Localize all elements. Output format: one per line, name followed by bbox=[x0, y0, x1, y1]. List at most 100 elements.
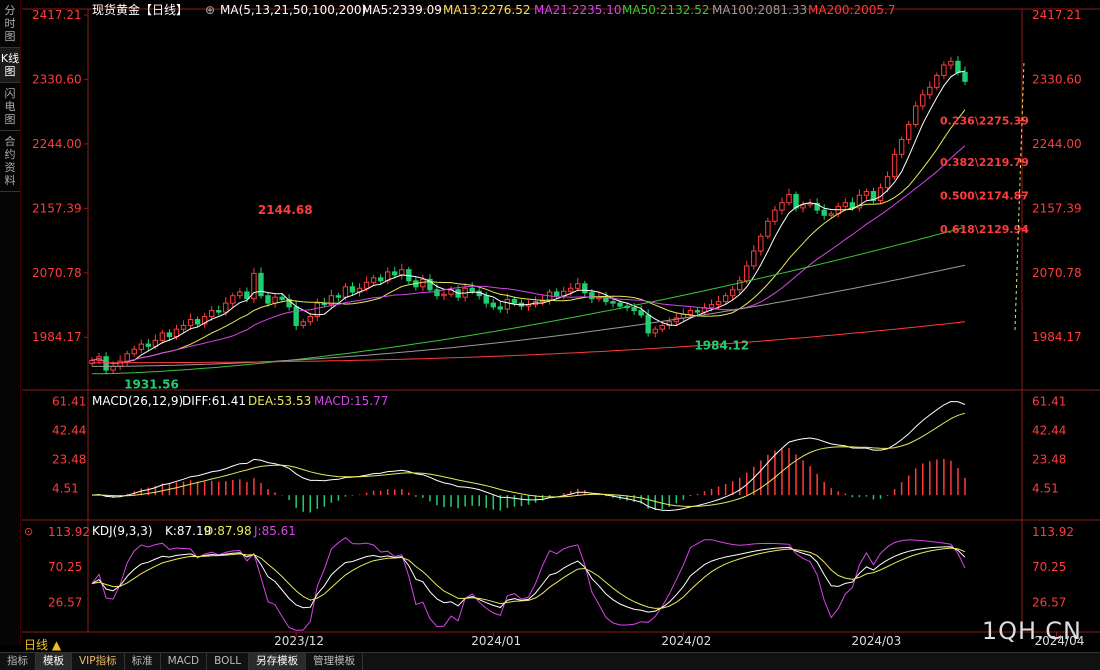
legend-ma5: MA5:2339.09 bbox=[362, 3, 442, 17]
candle-body-102 bbox=[807, 202, 813, 206]
candle-body-41 bbox=[377, 277, 384, 282]
y-tick-right-5: 1984.17 bbox=[1032, 330, 1082, 344]
candle-body-39 bbox=[363, 281, 370, 289]
price-annotation-1: 2144.68 bbox=[258, 203, 313, 217]
legend-ma13: MA13:2276.52 bbox=[443, 3, 531, 17]
price-annotation-3: 1984.12 bbox=[694, 338, 749, 352]
kdj-y-tick-right-0: 113.92 bbox=[1032, 525, 1074, 539]
candle-body-116 bbox=[905, 124, 912, 140]
watermark-logo: 1QH.CN bbox=[981, 617, 1082, 645]
x-tick-label-0: 2023/12 bbox=[274, 634, 324, 648]
candle-body-43 bbox=[392, 271, 398, 276]
y-tick-left-4: 2070.78 bbox=[32, 266, 82, 280]
candle-body-91 bbox=[729, 289, 736, 297]
y-tick-right-4: 2070.78 bbox=[1032, 266, 1082, 280]
candle-body-12 bbox=[173, 328, 180, 338]
kdj-title: KDJ(9,3,3) bbox=[92, 524, 153, 538]
candle-body-15 bbox=[194, 319, 201, 325]
macd-y-tick-right-3: 4.51 bbox=[1032, 481, 1059, 495]
y-tick-right-1: 2330.60 bbox=[1032, 72, 1082, 86]
macd-legend-diff: DIFF:61.41 bbox=[182, 394, 246, 408]
candle-body-18 bbox=[216, 310, 222, 313]
candle-body-40 bbox=[370, 277, 377, 283]
candle-body-11 bbox=[166, 332, 173, 338]
candle-body-49 bbox=[434, 289, 440, 297]
candle-body-110 bbox=[863, 191, 870, 196]
macd-y-tick-left-0: 61.41 bbox=[52, 395, 86, 409]
bottom-tab-2[interactable]: VIP指标 bbox=[72, 653, 125, 670]
candle-body-6 bbox=[131, 348, 137, 355]
x-tick-label-1: 2024/01 bbox=[471, 634, 521, 648]
candle-body-121 bbox=[941, 64, 947, 76]
candle-body-44 bbox=[399, 269, 405, 276]
candle-body-10 bbox=[159, 332, 166, 341]
bottom-toolbar: 指标 模板 VIP指标 标准 MACD BOLL 另存模板 管理模板 bbox=[0, 652, 1100, 670]
x-tick-label-2: 2024/02 bbox=[661, 634, 711, 648]
candle-body-115 bbox=[898, 138, 905, 155]
macd-y-tick-right-2: 23.48 bbox=[1032, 452, 1066, 466]
candle-body-86 bbox=[694, 310, 701, 313]
candle-body-69 bbox=[575, 283, 581, 289]
candle-body-57 bbox=[490, 302, 496, 308]
candle-body-123 bbox=[955, 60, 961, 73]
candle-body-17 bbox=[208, 310, 215, 318]
kdj-y-tick-left-0: 113.92 bbox=[48, 525, 90, 539]
candle-body-47 bbox=[420, 278, 426, 288]
macd-dea-line bbox=[91, 412, 966, 507]
candle-body-101 bbox=[800, 204, 806, 209]
y-tick-left-1: 2330.60 bbox=[32, 72, 82, 86]
candle-body-31 bbox=[307, 316, 313, 323]
candle-body-99 bbox=[786, 193, 792, 204]
macd-y-tick-left-3: 4.51 bbox=[52, 481, 79, 495]
candle-body-94 bbox=[751, 250, 757, 267]
legend-ma50: MA50:2132.52 bbox=[622, 3, 710, 17]
candle-body-19 bbox=[223, 302, 229, 313]
candle-body-7 bbox=[138, 343, 144, 350]
candle-body-71 bbox=[589, 292, 595, 300]
candle-body-50 bbox=[441, 293, 447, 297]
candle-body-107 bbox=[842, 202, 849, 207]
y-tick-right-0: 2417.21 bbox=[1032, 8, 1082, 22]
macd-y-tick-left-2: 23.48 bbox=[52, 452, 86, 466]
candle-body-58 bbox=[497, 306, 504, 310]
candle-body-75 bbox=[617, 302, 623, 307]
candle-body-20 bbox=[230, 295, 236, 304]
kdj-y-tick-right-2: 26.57 bbox=[1032, 595, 1066, 609]
legend-ma100: MA100:2081.33 bbox=[712, 3, 807, 17]
bottom-tab-0[interactable]: 指标 bbox=[0, 653, 36, 670]
candle-body-25 bbox=[265, 295, 271, 304]
bottom-tab-3[interactable]: 标准 bbox=[125, 653, 161, 670]
bottom-tab-4[interactable]: MACD bbox=[161, 653, 208, 670]
y-tick-right-2: 2244.00 bbox=[1032, 137, 1082, 151]
candle-body-114 bbox=[891, 153, 898, 178]
candle-body-95 bbox=[758, 235, 764, 252]
bottom-tab-1[interactable]: 模板 bbox=[36, 653, 72, 670]
candle-body-37 bbox=[349, 286, 356, 293]
candle-body-21 bbox=[237, 291, 243, 297]
candle-body-118 bbox=[920, 94, 926, 107]
fib-level-0: 0.236\2275.39 bbox=[940, 115, 1029, 128]
candle-body-3 bbox=[110, 365, 116, 371]
candle-body-119 bbox=[927, 86, 933, 96]
candle-body-54 bbox=[469, 287, 475, 292]
period-selector[interactable]: 日线 ▲ bbox=[24, 636, 61, 653]
candle-body-98 bbox=[779, 202, 785, 211]
ma5-line bbox=[91, 70, 966, 364]
candle-body-26 bbox=[272, 296, 278, 304]
candle-body-81 bbox=[659, 324, 665, 330]
candle-body-93 bbox=[744, 265, 750, 282]
bottom-tab-7[interactable]: 管理模板 bbox=[306, 653, 364, 670]
y-tick-left-0: 2417.21 bbox=[32, 8, 82, 22]
candle-body-74 bbox=[610, 301, 616, 304]
bottom-tab-6[interactable]: 另存模板 bbox=[249, 653, 307, 670]
kdj-legend-d: D:87.98 bbox=[204, 524, 252, 538]
kdj-y-tick-left-1: 70.25 bbox=[48, 560, 82, 574]
candle-body-29 bbox=[293, 306, 299, 326]
bottom-tab-5[interactable]: BOLL bbox=[207, 653, 250, 670]
legend-ma200: MA200:2005.7 bbox=[808, 3, 896, 17]
candle-body-36 bbox=[342, 286, 349, 298]
macd-y-tick-left-1: 42.44 bbox=[52, 423, 86, 437]
candle-body-97 bbox=[772, 209, 778, 222]
candle-body-68 bbox=[568, 287, 574, 292]
candle-body-30 bbox=[300, 321, 306, 326]
